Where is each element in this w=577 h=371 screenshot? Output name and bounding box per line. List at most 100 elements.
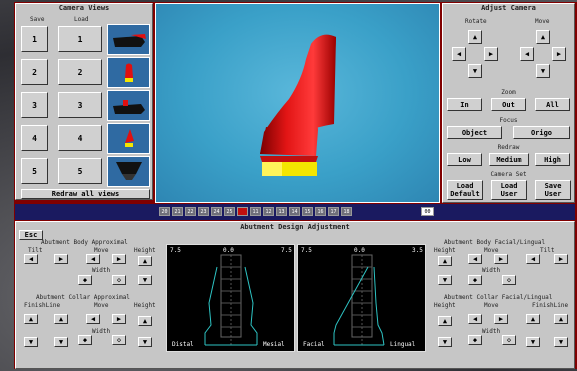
left-collar-width-narrow-button[interactable]: ◆: [78, 335, 92, 345]
right-body-height-down-button[interactable]: ▼: [438, 275, 452, 285]
frame-button[interactable]: 11: [250, 207, 261, 216]
frame-button[interactable]: 17: [328, 207, 339, 216]
frame-button[interactable]: 23: [198, 207, 209, 216]
rotate-up-button[interactable]: ▲: [468, 30, 482, 44]
left-collar-width-wide-button[interactable]: ◇: [112, 335, 126, 345]
right-body-width-wide-button[interactable]: ◇: [502, 275, 516, 285]
right-collar-height-down-button[interactable]: ▼: [438, 337, 452, 347]
focus-origo-button[interactable]: Origo: [513, 126, 570, 139]
left-collar-finish-up2-button[interactable]: ▲: [54, 314, 68, 324]
move-right-button[interactable]: ▶: [552, 47, 566, 61]
save-view-3-button[interactable]: 3: [21, 92, 48, 118]
zoom-all-button[interactable]: All: [535, 98, 570, 111]
frame-button-current[interactable]: [237, 207, 248, 216]
left-body-tilt-left-button[interactable]: ◀: [24, 254, 38, 264]
load-view-3-button[interactable]: 3: [58, 92, 102, 118]
right-collar-move-label: Move: [484, 302, 499, 309]
arrow-up-icon: ▲: [442, 317, 448, 325]
left-collar-height-up-button[interactable]: ▲: [138, 316, 152, 326]
right-collar-finish-up-button[interactable]: ▲: [526, 314, 540, 324]
view-thumbnail-1[interactable]: [107, 24, 150, 55]
right-body-move-left-button[interactable]: ◀: [468, 254, 482, 264]
left-body-tilt-right-button[interactable]: ▶: [54, 254, 68, 264]
frame-button[interactable]: 24: [211, 207, 222, 216]
load-view-5-button[interactable]: 5: [58, 158, 102, 184]
arrow-down-icon: ▼: [558, 338, 564, 346]
frame-button[interactable]: 21: [172, 207, 183, 216]
load-view-4-button[interactable]: 4: [58, 125, 102, 151]
esc-button[interactable]: Esc: [19, 230, 43, 240]
view-thumbnail-5[interactable]: [107, 156, 150, 187]
arrow-left-icon: ◀: [90, 255, 96, 263]
frame-button[interactable]: 13: [276, 207, 287, 216]
move-label: Move: [535, 18, 550, 25]
right-collar-width-wide-button[interactable]: ◇: [502, 335, 516, 345]
frame-button[interactable]: 20: [159, 207, 170, 216]
right-body-move-right-button[interactable]: ▶: [494, 254, 508, 264]
save-view-2-button[interactable]: 2: [21, 59, 48, 85]
frame-button[interactable]: 15: [302, 207, 313, 216]
approximal-profile-graph[interactable]: 7.5 0.0 7.5 Distal Mesial: [166, 244, 295, 352]
zoom-out-button[interactable]: Out: [491, 98, 526, 111]
left-collar-height-down-button[interactable]: ▼: [138, 337, 152, 347]
left-collar-move-right-button[interactable]: ▶: [112, 314, 126, 324]
view-thumbnail-3[interactable]: [107, 90, 150, 121]
save-user-button[interactable]: Save User: [535, 180, 571, 200]
right-collar-finish-down2-button[interactable]: ▼: [554, 337, 568, 347]
left-collar-finish-down-button[interactable]: ▼: [24, 337, 38, 347]
left-body-heading: Abutment Body Approximal: [41, 239, 128, 246]
frame-button[interactable]: 25: [224, 207, 235, 216]
focus-object-button[interactable]: Object: [447, 126, 502, 139]
frame-button[interactable]: 14: [289, 207, 300, 216]
frame-button[interactable]: 22: [185, 207, 196, 216]
arrow-down-icon: ▼: [540, 67, 546, 75]
right-collar-width-narrow-button[interactable]: ◆: [468, 335, 482, 345]
right-body-tilt-right-button[interactable]: ▶: [554, 254, 568, 264]
right-collar-move-right-button[interactable]: ▶: [494, 314, 508, 324]
rotate-down-button[interactable]: ▼: [468, 64, 482, 78]
left-body-move-right-button[interactable]: ▶: [112, 254, 126, 264]
move-up-button[interactable]: ▲: [536, 30, 550, 44]
save-view-1-button[interactable]: 1: [21, 26, 48, 52]
left-body-height-up-button[interactable]: ▲: [138, 256, 152, 266]
right-collar-finish-up2-button[interactable]: ▲: [554, 314, 568, 324]
3d-viewport[interactable]: [155, 3, 440, 203]
view-thumbnail-2[interactable]: [107, 57, 150, 88]
zoom-in-button[interactable]: In: [447, 98, 482, 111]
right-body-height-up-button[interactable]: ▲: [438, 256, 452, 266]
load-view-1-button[interactable]: 1: [58, 26, 102, 52]
left-body-move-left-button[interactable]: ◀: [86, 254, 100, 264]
frame-button[interactable]: 16: [315, 207, 326, 216]
right-body-width-narrow-button[interactable]: ◆: [468, 275, 482, 285]
rotate-right-button[interactable]: ▶: [484, 47, 498, 61]
save-view-4-button[interactable]: 4: [21, 125, 48, 151]
rotate-label: Rotate: [465, 18, 487, 25]
redraw-high-button[interactable]: High: [535, 153, 570, 166]
load-view-2-button[interactable]: 2: [58, 59, 102, 85]
move-left-button[interactable]: ◀: [520, 47, 534, 61]
left-body-height-down-button[interactable]: ▼: [138, 275, 152, 285]
left-collar-finish-up-button[interactable]: ▲: [24, 314, 38, 324]
view-thumbnail-4[interactable]: [107, 123, 150, 154]
facial-lingual-profile-graph[interactable]: 7.5 0.0 3.5 Facial Lingual: [297, 244, 426, 352]
right-collar-width-label: Width: [482, 328, 501, 335]
frame-button[interactable]: 18: [341, 207, 352, 216]
move-down-button[interactable]: ▼: [536, 64, 550, 78]
timeline-end-button[interactable]: 00: [421, 207, 434, 216]
right-collar-height-up-button[interactable]: ▲: [438, 316, 452, 326]
right-collar-finish-down-button[interactable]: ▼: [526, 337, 540, 347]
left-collar-move-left-button[interactable]: ◀: [86, 314, 100, 324]
save-view-5-button[interactable]: 5: [21, 158, 48, 184]
right-collar-move-left-button[interactable]: ◀: [468, 314, 482, 324]
left-body-width-narrow-button[interactable]: ◆: [78, 275, 92, 285]
left-body-width-wide-button[interactable]: ◇: [112, 275, 126, 285]
redraw-low-button[interactable]: Low: [447, 153, 482, 166]
left-collar-finish-down2-button[interactable]: ▼: [54, 337, 68, 347]
rotate-left-button[interactable]: ◀: [452, 47, 466, 61]
load-user-button[interactable]: Load User: [491, 180, 527, 200]
redraw-all-views-button[interactable]: Redraw all views: [21, 189, 150, 199]
frame-button[interactable]: 12: [263, 207, 274, 216]
redraw-medium-button[interactable]: Medium: [489, 153, 529, 166]
right-body-tilt-left-button[interactable]: ◀: [526, 254, 540, 264]
load-default-button[interactable]: Load Default: [447, 180, 483, 200]
